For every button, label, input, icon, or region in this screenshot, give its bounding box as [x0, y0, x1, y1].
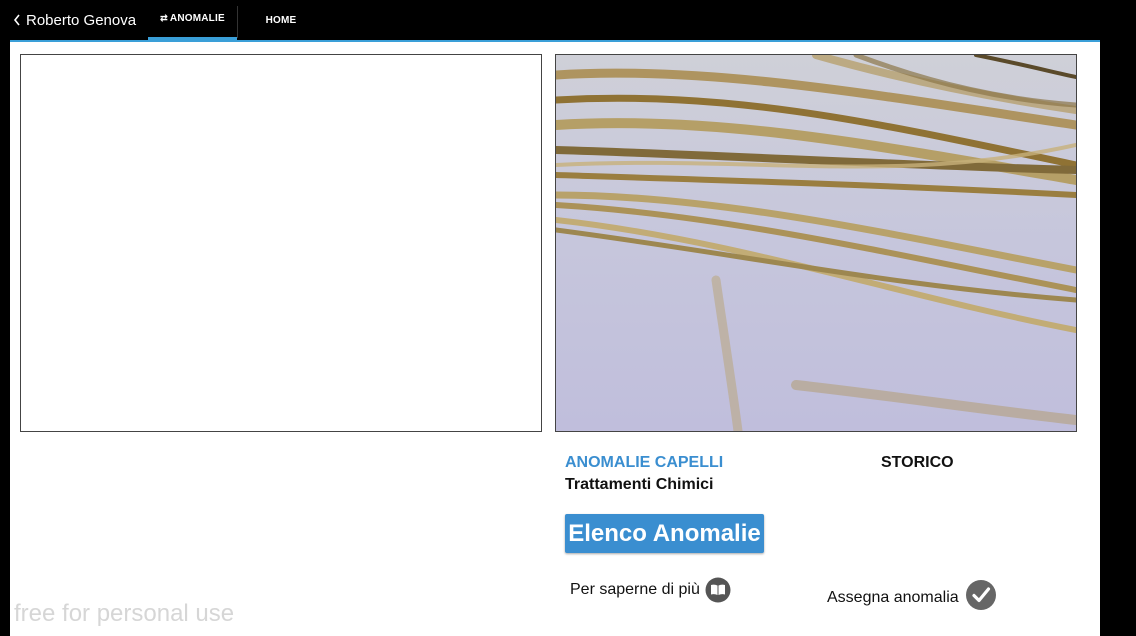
assign-anomaly-button[interactable]: Assegna anomalia	[827, 579, 997, 611]
content-area: ANOMALIE CAPELLI Trattamenti Chimici STO…	[10, 40, 1100, 636]
section-title: ANOMALIE CAPELLI	[565, 454, 724, 471]
watermark-text: free for personal use	[14, 600, 235, 627]
storico-link[interactable]: STORICO	[881, 454, 954, 472]
assign-label: Assegna anomalia	[827, 589, 959, 606]
section-subtitle: Trattamenti Chimici	[565, 476, 714, 493]
hair-microscope-image	[555, 54, 1077, 432]
user-name: Roberto Genova	[26, 11, 137, 29]
tab-home-label: HOME	[265, 14, 297, 26]
top-bar: Roberto Genova ⇄ ANOMALIE HOME	[0, 0, 1100, 40]
book-icon	[705, 577, 731, 603]
refresh-icon: ⇄	[160, 13, 168, 23]
tab-home[interactable]: HOME	[252, 0, 310, 40]
hair-image	[556, 55, 1076, 431]
elenco-anomalie-button[interactable]: Elenco Anomalie	[565, 514, 764, 553]
right-edge	[1100, 0, 1136, 636]
learn-more-button[interactable]: Per saperne di più	[570, 577, 731, 603]
chevron-left-icon	[13, 14, 20, 26]
learn-more-label: Per saperne di più	[570, 581, 700, 598]
tab-divider	[237, 6, 238, 38]
analysis-panel	[20, 54, 542, 432]
check-circle-icon	[965, 580, 996, 610]
back-button[interactable]: Roberto Genova	[10, 10, 136, 30]
tab-anomalie[interactable]: ⇄ ANOMALIE	[148, 0, 237, 40]
tab-anomalie-label: ANOMALIE	[169, 13, 225, 24]
